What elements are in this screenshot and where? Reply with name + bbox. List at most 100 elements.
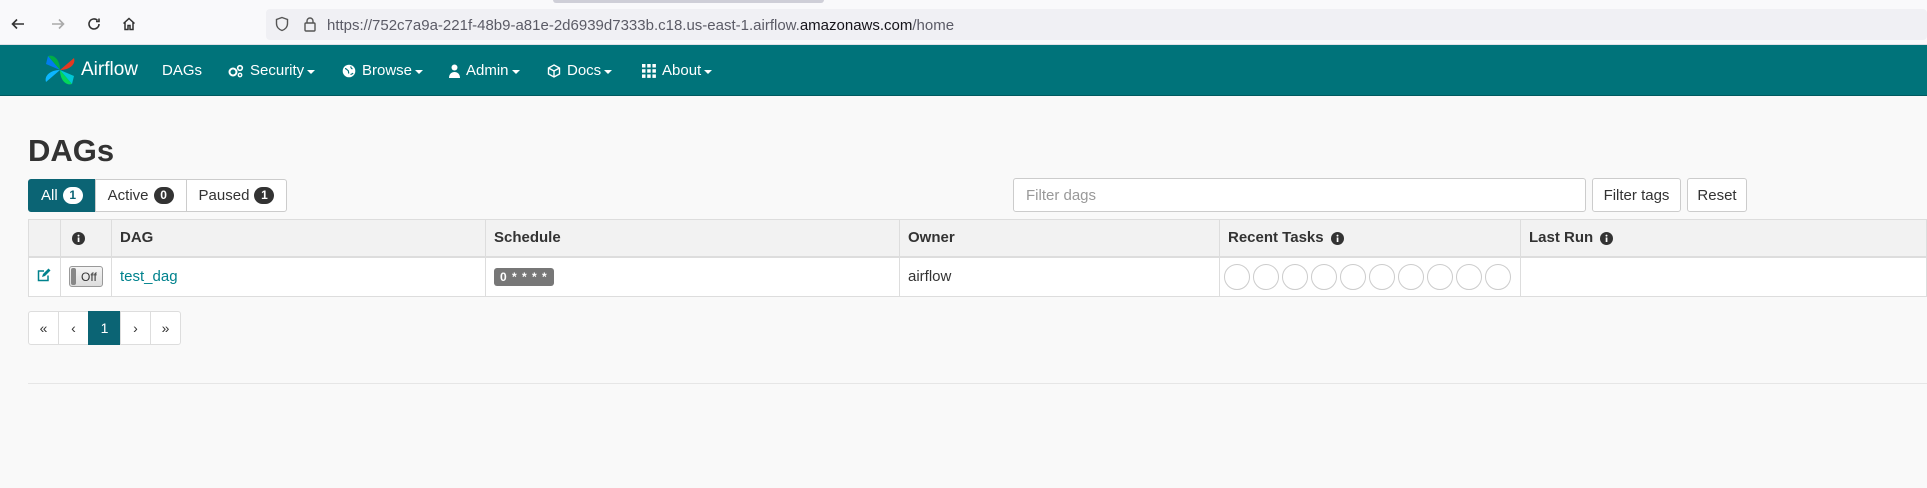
brand-link[interactable]: Airflow bbox=[42, 52, 138, 88]
browser-tab-edge bbox=[553, 0, 824, 3]
caret-down-icon bbox=[307, 69, 316, 74]
dag-id-cell: test_dag bbox=[111, 256, 486, 297]
header-schedule: Schedule bbox=[485, 219, 900, 258]
reset-button[interactable]: Reset bbox=[1687, 178, 1747, 212]
forward-button[interactable] bbox=[46, 12, 70, 36]
task-status-circle[interactable] bbox=[1369, 263, 1395, 290]
caret-down-icon bbox=[704, 69, 713, 74]
nav-browse-label: Browse bbox=[362, 62, 413, 79]
back-arrow-icon bbox=[11, 18, 24, 30]
status-tab-label: Paused bbox=[198, 187, 250, 204]
table-row: Off test_dag 0 * * * * airflow bbox=[28, 256, 1927, 297]
address-bar[interactable]: https://752c7a9a-221f-48b9-a81e-2d6939d7… bbox=[266, 9, 1927, 40]
dag-link[interactable]: test_dag bbox=[120, 268, 178, 285]
count-badge: 1 bbox=[62, 187, 83, 204]
next-page-button[interactable]: › bbox=[120, 311, 151, 345]
status-tab-label: Active bbox=[107, 187, 149, 204]
task-status-circle[interactable] bbox=[1456, 263, 1482, 290]
task-status-circle[interactable] bbox=[1485, 263, 1511, 290]
nav-browse[interactable]: Browse bbox=[342, 62, 424, 79]
nav-security[interactable]: Security bbox=[228, 62, 316, 79]
edit-cell bbox=[28, 256, 61, 297]
reload-button[interactable] bbox=[82, 12, 106, 36]
brand-name: Airflow bbox=[81, 59, 139, 80]
navbar: Airflow DAGs Security Browse Admin Docs … bbox=[0, 45, 1927, 96]
home-button[interactable] bbox=[117, 12, 141, 36]
nav-docs[interactable]: Docs bbox=[547, 62, 613, 79]
caret-down-icon bbox=[604, 69, 613, 74]
status-filter-group: All 1 Active 0 Paused 1 bbox=[28, 179, 288, 212]
header-owner[interactable]: Owner bbox=[899, 219, 1220, 258]
toggle-cell: Off bbox=[60, 256, 112, 297]
task-status-circle[interactable] bbox=[1427, 263, 1453, 290]
schedule-badge[interactable]: 0 * * * * bbox=[494, 267, 554, 286]
lock-icon bbox=[304, 17, 316, 32]
edit-icon[interactable] bbox=[37, 268, 51, 282]
task-status-circle[interactable] bbox=[1224, 263, 1250, 290]
home-icon bbox=[122, 17, 136, 31]
user-icon bbox=[449, 64, 460, 78]
nav-security-label: Security bbox=[250, 62, 305, 79]
nav-dags-label: DAGs bbox=[162, 62, 203, 79]
header-recent-tasks: Recent Tasks bbox=[1219, 219, 1521, 258]
task-status-circle[interactable] bbox=[1398, 263, 1424, 290]
browser-toolbar: https://752c7a9a-221f-48b9-a81e-2d6939d7… bbox=[0, 0, 1927, 45]
header-dag[interactable]: DAG bbox=[111, 219, 486, 258]
reload-icon bbox=[88, 18, 100, 30]
footer-divider bbox=[28, 383, 1927, 384]
info-circle-icon[interactable] bbox=[1330, 231, 1344, 245]
status-tab-label: All bbox=[41, 187, 58, 204]
back-button[interactable] bbox=[6, 12, 30, 36]
caret-down-icon bbox=[511, 69, 520, 74]
caret-down-icon bbox=[415, 69, 424, 74]
count-badge: 0 bbox=[153, 187, 174, 204]
toggle-knob bbox=[71, 268, 76, 286]
pagination: « ‹ 1 › » bbox=[28, 311, 181, 345]
nav-about[interactable]: About bbox=[642, 62, 713, 79]
last-run-cell bbox=[1520, 256, 1927, 297]
info-circle-icon[interactable] bbox=[1600, 231, 1614, 245]
pause-toggle[interactable]: Off bbox=[69, 266, 103, 288]
status-tab-all[interactable]: All 1 bbox=[28, 179, 96, 212]
last-page-button[interactable]: » bbox=[150, 311, 181, 345]
header-info-col bbox=[60, 219, 112, 258]
recent-tasks-cell bbox=[1219, 256, 1521, 297]
owner-cell: airflow bbox=[899, 256, 1220, 297]
forward-arrow-icon bbox=[52, 18, 65, 30]
filter-tags-button[interactable]: Filter tags bbox=[1592, 178, 1681, 212]
page-1-button[interactable]: 1 bbox=[88, 311, 121, 345]
first-page-button[interactable]: « bbox=[28, 311, 59, 345]
task-status-circle[interactable] bbox=[1253, 263, 1279, 290]
task-status-circle[interactable] bbox=[1340, 263, 1366, 290]
header-edit-col bbox=[28, 219, 61, 258]
toggle-label: Off bbox=[81, 270, 97, 285]
header-recent-tasks-label: Recent Tasks bbox=[1228, 229, 1324, 247]
header-last-run-label: Last Run bbox=[1529, 229, 1594, 247]
cogs-icon bbox=[228, 64, 244, 78]
nav-dags[interactable]: DAGs bbox=[162, 62, 202, 79]
task-status-circles bbox=[1224, 263, 1516, 290]
info-circle-icon[interactable] bbox=[72, 231, 85, 245]
page-title: DAGs bbox=[28, 133, 115, 168]
nav-admin[interactable]: Admin bbox=[449, 62, 520, 79]
schedule-cell: 0 * * * * bbox=[485, 256, 900, 297]
task-status-circle[interactable] bbox=[1282, 263, 1308, 290]
airflow-logo-icon bbox=[45, 55, 75, 85]
count-badge: 1 bbox=[254, 187, 275, 204]
status-tab-active[interactable]: Active 0 bbox=[94, 179, 187, 212]
url-text: https://752c7a9a-221f-48b9-a81e-2d6939d7… bbox=[327, 17, 955, 34]
task-status-circle[interactable] bbox=[1311, 263, 1337, 290]
status-tab-paused[interactable]: Paused 1 bbox=[185, 179, 288, 212]
dag-table: DAG Schedule Owner Recent Tasks Last Run… bbox=[28, 219, 1927, 297]
nav-admin-label: Admin bbox=[466, 62, 509, 79]
header-last-run: Last Run bbox=[1520, 219, 1927, 258]
prev-page-button[interactable]: ‹ bbox=[58, 311, 89, 345]
table-header-row: DAG Schedule Owner Recent Tasks Last Run bbox=[28, 219, 1927, 258]
grid-icon bbox=[642, 63, 656, 78]
globe-icon bbox=[342, 64, 356, 78]
nav-docs-label: Docs bbox=[567, 62, 602, 79]
filter-dags-input[interactable] bbox=[1013, 178, 1586, 212]
cube-icon bbox=[547, 63, 561, 78]
nav-about-label: About bbox=[662, 62, 702, 79]
shield-icon bbox=[275, 16, 289, 32]
